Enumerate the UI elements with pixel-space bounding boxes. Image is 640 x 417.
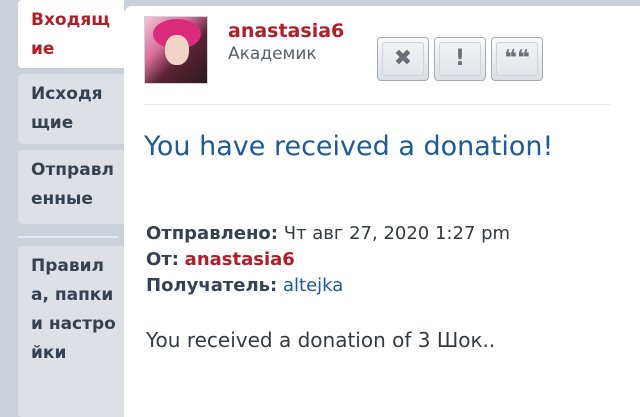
recipient-row: Получатель: altejka: [146, 275, 343, 296]
recipient-username[interactable]: altejka: [283, 275, 343, 296]
author-rank: Академик: [228, 44, 317, 64]
from-row: От: anastasia6: [146, 249, 295, 270]
message-title: You have received a donation!: [144, 131, 554, 162]
close-icon: ✖: [382, 42, 424, 76]
sidebar-item-rules-folders-settings[interactable]: Правила, папки и настройки: [18, 246, 124, 417]
delete-button[interactable]: ✖: [377, 37, 429, 81]
avatar-face: [165, 35, 189, 65]
from-username[interactable]: anastasia6: [185, 249, 295, 270]
quote-icon: ❝❝: [496, 42, 538, 76]
recipient-label: Получатель:: [146, 275, 278, 296]
sidebar-item-inbox[interactable]: Входящие: [18, 0, 124, 68]
sidebar-item-outbox[interactable]: Исходящие: [18, 74, 124, 144]
sidebar-divider: [18, 236, 118, 238]
message-body: You received a donation of 3 Шок..: [146, 328, 496, 352]
sent-row: Отправлено: Чт авг 27, 2020 1:27 pm: [146, 223, 510, 244]
exclamation-icon: !: [439, 42, 481, 76]
from-label: От:: [146, 249, 179, 270]
sidebar: Входящие Исходящие Отправленные Правила,…: [0, 0, 124, 417]
quote-button[interactable]: ❝❝: [491, 37, 543, 81]
sent-value: Чт авг 27, 2020 1:27 pm: [283, 223, 511, 244]
header-divider: [144, 104, 610, 105]
author-username[interactable]: anastasia6: [228, 20, 344, 42]
avatar[interactable]: [144, 16, 208, 84]
sidebar-item-sent[interactable]: Отправленные: [18, 150, 124, 224]
message-panel: anastasia6 Академик ✖ ! ❝❝ You have rece…: [124, 6, 640, 417]
sent-label: Отправлено:: [146, 223, 278, 244]
report-button[interactable]: !: [434, 37, 486, 81]
